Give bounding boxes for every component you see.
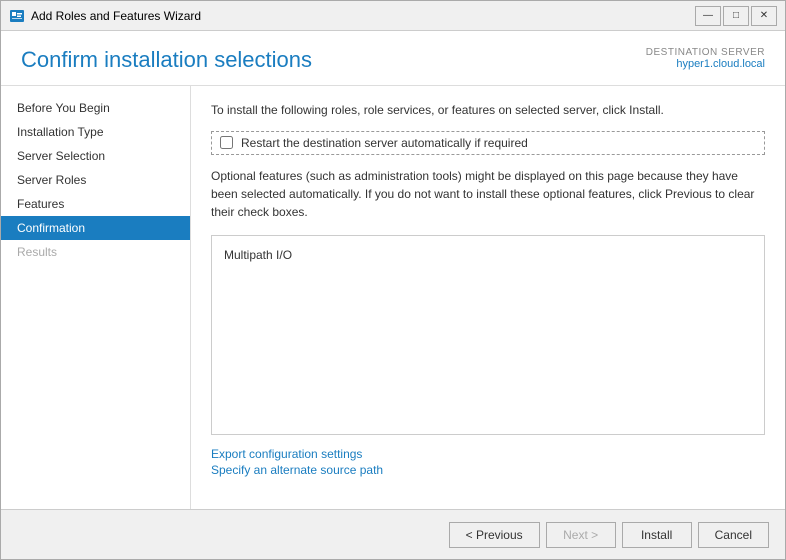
optional-text: Optional features (such as administratio… xyxy=(211,167,765,221)
main-content: To install the following roles, role ser… xyxy=(191,86,785,509)
content-area: Before You Begin Installation Type Serve… xyxy=(1,86,785,509)
wizard-icon xyxy=(9,8,25,24)
page-title: Confirm installation selections xyxy=(21,47,312,73)
restart-checkbox-row[interactable]: Restart the destination server automatic… xyxy=(211,131,765,155)
features-list-box: Multipath I/O xyxy=(211,235,765,435)
sidebar: Before You Begin Installation Type Serve… xyxy=(1,86,191,509)
sidebar-item-features[interactable]: Features xyxy=(1,192,190,216)
cancel-button[interactable]: Cancel xyxy=(698,522,769,548)
title-bar: Add Roles and Features Wizard — □ ✕ xyxy=(1,1,785,31)
maximize-button[interactable]: □ xyxy=(723,6,749,26)
wizard-window: Add Roles and Features Wizard — □ ✕ Conf… xyxy=(0,0,786,560)
close-button[interactable]: ✕ xyxy=(751,6,777,26)
restart-checkbox[interactable] xyxy=(220,136,233,149)
feature-item-multipath: Multipath I/O xyxy=(224,246,752,264)
wizard-footer: < Previous Next > Install Cancel xyxy=(1,509,785,559)
restart-checkbox-label: Restart the destination server automatic… xyxy=(241,136,528,150)
wizard-header: Confirm installation selections DESTINAT… xyxy=(1,31,785,86)
destination-server-label: DESTINATION SERVER xyxy=(646,47,765,58)
next-button[interactable]: Next > xyxy=(546,522,616,548)
window-controls: — □ ✕ xyxy=(695,6,777,26)
export-config-link[interactable]: Export configuration settings xyxy=(211,447,765,461)
links-area: Export configuration settings Specify an… xyxy=(211,447,765,477)
destination-server-name: hyper1.cloud.local xyxy=(646,58,765,70)
sidebar-item-server-selection[interactable]: Server Selection xyxy=(1,144,190,168)
destination-server-info: DESTINATION SERVER hyper1.cloud.local xyxy=(646,47,765,70)
title-bar-text: Add Roles and Features Wizard xyxy=(31,9,695,23)
minimize-button[interactable]: — xyxy=(695,6,721,26)
sidebar-item-results: Results xyxy=(1,240,190,264)
alternate-source-link[interactable]: Specify an alternate source path xyxy=(211,463,765,477)
install-button[interactable]: Install xyxy=(622,522,692,548)
sidebar-item-server-roles[interactable]: Server Roles xyxy=(1,168,190,192)
sidebar-item-confirmation[interactable]: Confirmation xyxy=(1,216,190,240)
previous-button[interactable]: < Previous xyxy=(449,522,540,548)
intro-text: To install the following roles, role ser… xyxy=(211,102,765,119)
sidebar-item-installation-type[interactable]: Installation Type xyxy=(1,120,190,144)
sidebar-item-before-you-begin[interactable]: Before You Begin xyxy=(1,96,190,120)
